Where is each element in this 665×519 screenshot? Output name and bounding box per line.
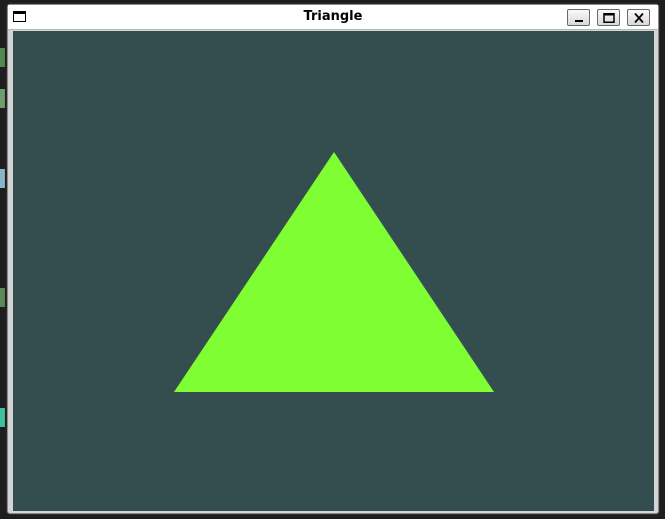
maximize-button[interactable] xyxy=(597,9,620,26)
minimize-button[interactable] xyxy=(567,9,590,26)
close-button[interactable] xyxy=(627,9,650,26)
canvas-svg xyxy=(13,31,654,511)
render-canvas[interactable] xyxy=(13,31,654,511)
title-bar[interactable]: Triangle xyxy=(8,5,658,30)
minimize-icon xyxy=(575,20,583,22)
close-icon xyxy=(634,13,644,23)
app-window: Triangle xyxy=(7,4,659,514)
maximize-icon xyxy=(603,13,615,23)
window-title: Triangle xyxy=(303,9,363,24)
